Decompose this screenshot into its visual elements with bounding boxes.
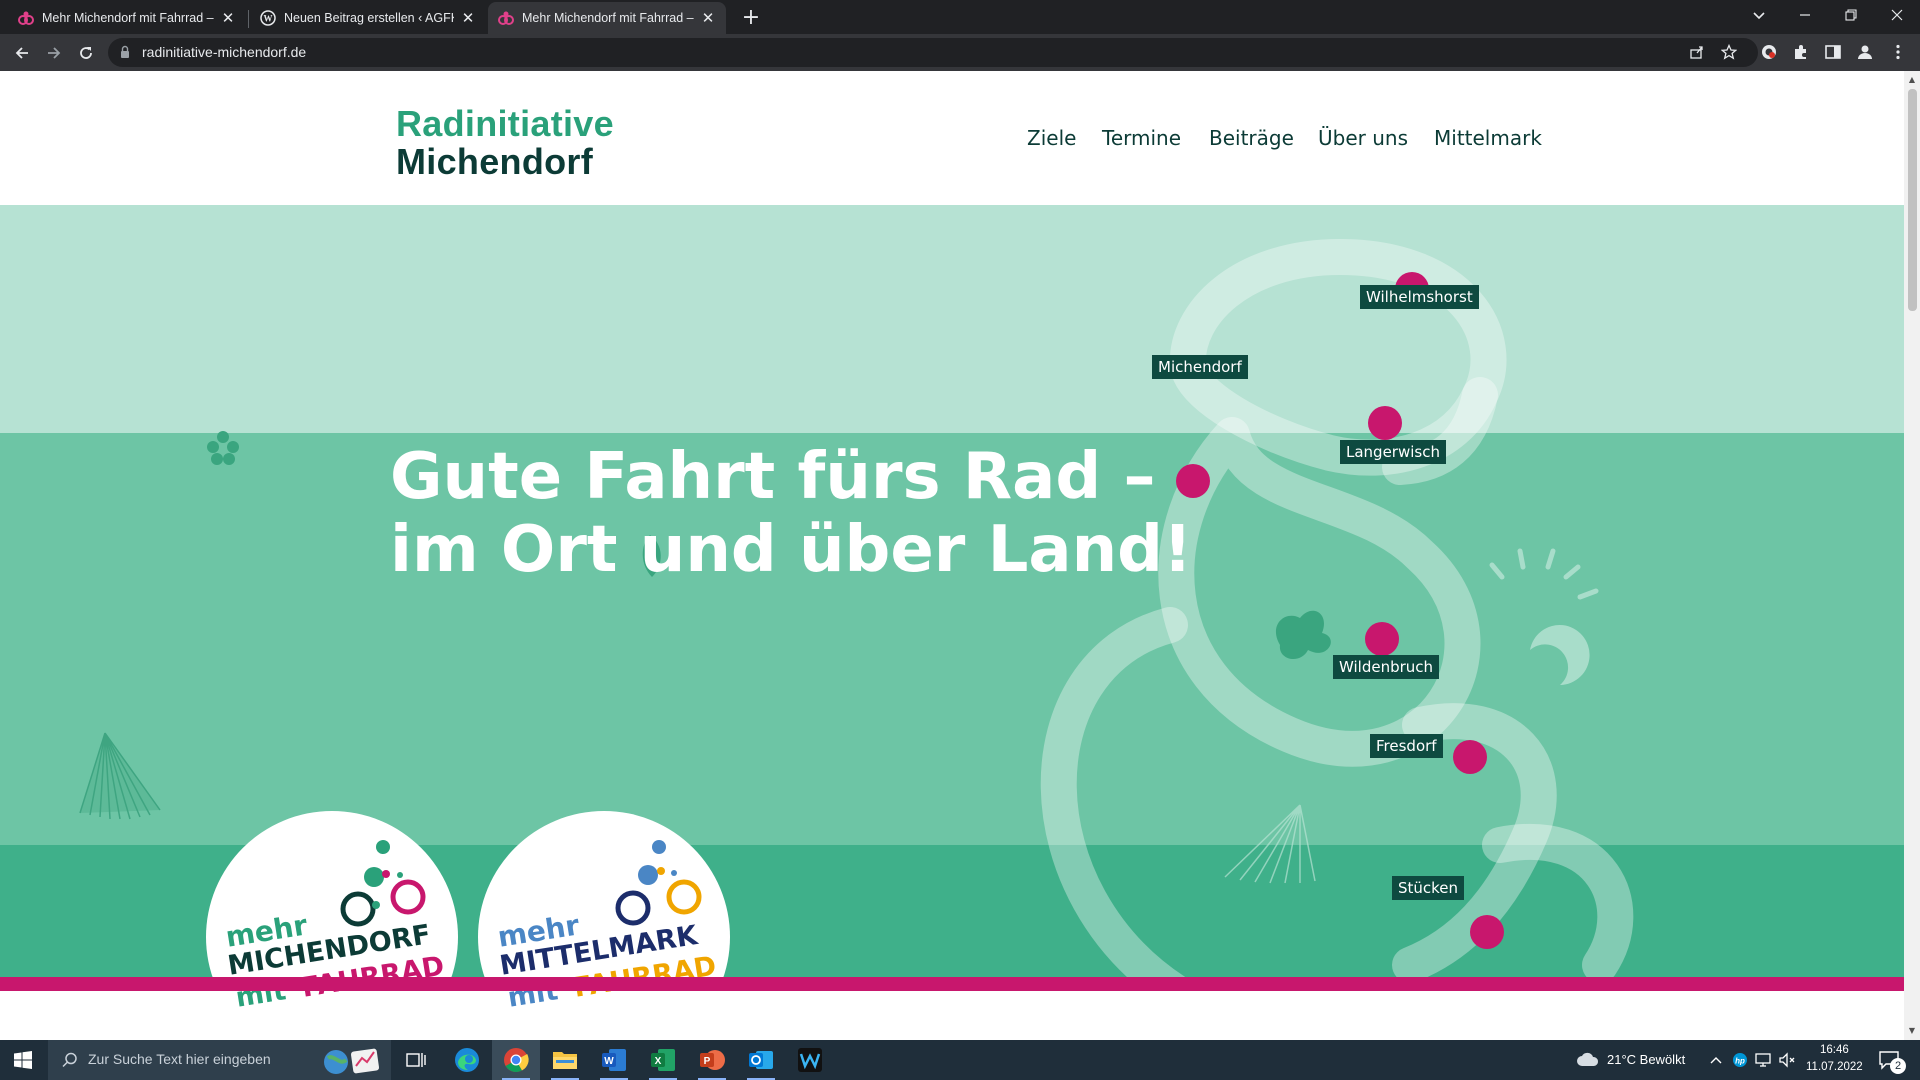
minimize-icon[interactable] — [1782, 0, 1828, 30]
speaker-muted-icon[interactable] — [1778, 1052, 1796, 1068]
scroll-down-arrow-icon[interactable]: ▼ — [1904, 1024, 1920, 1038]
excel-icon[interactable]: X — [639, 1040, 687, 1080]
hero-headline-line1: Gute Fahrt fürs Rad – — [390, 440, 1156, 514]
tab-title: Neuen Beitrag erstellen ‹ AGFK – — [284, 11, 454, 25]
forward-arrow-icon[interactable] — [40, 39, 68, 67]
browser-tab[interactable]: W Neuen Beitrag erstellen ‹ AGFK – ✕ — [250, 2, 486, 34]
hero-section: Gute Fahrt fürs Rad – im Ort und über La… — [0, 205, 1904, 1040]
place-label-wildenbruch: Wildenbruch — [1333, 655, 1440, 679]
tab-title: Mehr Michendorf mit Fahrrad – R — [42, 11, 214, 25]
browser-tab-strip: Mehr Michendorf mit Fahrrad – R ✕ W Neue… — [0, 0, 1920, 34]
hero-headline-line2: im Ort und über Land! — [390, 513, 1193, 587]
lock-icon — [121, 45, 129, 58]
task-view-icon[interactable] — [392, 1040, 440, 1080]
hero-headline: Gute Fahrt fürs Rad – im Ort und über La… — [390, 441, 1192, 587]
nav-item-mittelmark[interactable]: Mittelmark — [1434, 126, 1542, 150]
browser-toolbar: radinitiative-michendorf.de — [0, 34, 1920, 71]
site-logo-line1[interactable]: Radinitiative — [396, 103, 614, 145]
hp-tray-icon[interactable]: hp — [1732, 1052, 1748, 1068]
page-viewport: Radinitiative Michendorf Ziele Termine B… — [0, 71, 1904, 1040]
place-label-stuecken: Stücken — [1392, 876, 1465, 900]
file-explorer-icon[interactable] — [541, 1040, 589, 1080]
webex-app-icon[interactable] — [786, 1040, 834, 1080]
side-panel-icon[interactable] — [1823, 43, 1843, 63]
puzzle-extensions-icon[interactable] — [1791, 43, 1811, 63]
place-label-langerwisch: Langerwisch — [1340, 440, 1446, 464]
address-bar[interactable]: radinitiative-michendorf.de — [108, 38, 1758, 67]
bike-favicon-icon — [18, 11, 34, 25]
taskbar-search-box[interactable]: Zur Suche Text hier eingeben — [48, 1040, 391, 1080]
site-header: Radinitiative Michendorf Ziele Termine B… — [0, 71, 1904, 205]
browser-tab-active[interactable]: Mehr Michendorf mit Fahrrad – R ✕ — [488, 2, 726, 34]
notification-center-icon[interactable]: 2 — [1876, 1048, 1906, 1074]
svg-text:W: W — [264, 14, 273, 24]
svg-text:W: W — [604, 1056, 614, 1067]
clock-time[interactable]: 16:46 — [1820, 1044, 1849, 1056]
bookmark-star-icon[interactable] — [1720, 43, 1738, 62]
windows-start-icon[interactable] — [0, 1040, 46, 1080]
word-icon[interactable]: W — [590, 1040, 638, 1080]
svg-text:P: P — [704, 1056, 711, 1067]
page-scrollbar[interactable]: ▲ ▼ — [1904, 71, 1920, 1040]
svg-text:X: X — [655, 1056, 662, 1067]
nav-item-beitraege[interactable]: Beiträge — [1209, 126, 1294, 150]
place-label-michendorf: Michendorf — [1152, 355, 1248, 379]
reload-icon[interactable] — [72, 39, 100, 67]
weather-text[interactable]: 21°C Bewölkt — [1607, 1052, 1685, 1067]
nav-item-termine[interactable]: Termine — [1102, 126, 1181, 150]
restore-icon[interactable] — [1828, 0, 1874, 30]
place-label-wilhelmshorst: Wilhelmshorst — [1360, 285, 1479, 309]
tab-separator — [248, 10, 249, 28]
profile-avatar-icon[interactable] — [1855, 43, 1875, 63]
scrollbar-thumb[interactable] — [1908, 89, 1917, 311]
tab-search-chevron-icon[interactable] — [1736, 0, 1782, 30]
tab-title: Mehr Michendorf mit Fahrrad – R — [522, 11, 694, 25]
nav-item-ziele[interactable]: Ziele — [1027, 126, 1076, 150]
magenta-divider-stripe — [0, 977, 1904, 991]
notification-count-badge: 2 — [1890, 1058, 1906, 1074]
bike-favicon-icon — [498, 11, 514, 25]
taskbar-search-placeholder: Zur Suche Text hier eingeben — [88, 1051, 271, 1067]
url-text: radinitiative-michendorf.de — [142, 44, 307, 60]
place-label-fresdorf: Fresdorf — [1370, 734, 1443, 758]
back-arrow-icon[interactable] — [8, 39, 36, 67]
browser-menu-icon[interactable] — [1888, 43, 1908, 63]
search-highlight-icon — [324, 1048, 380, 1074]
tab-close-icon[interactable]: ✕ — [460, 9, 476, 27]
tab-close-icon[interactable]: ✕ — [700, 9, 716, 27]
edge-browser-icon[interactable] — [443, 1040, 491, 1080]
chrome-browser-icon[interactable] — [492, 1040, 540, 1080]
wordpress-favicon-icon: W — [260, 10, 276, 26]
tab-close-icon[interactable]: ✕ — [220, 9, 236, 27]
extension-icon[interactable] — [1759, 43, 1779, 63]
powerpoint-icon[interactable]: P — [688, 1040, 736, 1080]
badge-mehr-michendorf[interactable]: mehr MICHENDORF mit FAHRRAD — [206, 811, 458, 1040]
badge-mehr-mittelmark[interactable]: mehr MITTELMARK mit FAHRRAD — [478, 811, 730, 1040]
share-icon[interactable] — [1688, 44, 1706, 62]
windows-taskbar: Zur Suche Text hier eingeben W X P 21°C … — [0, 1040, 1920, 1080]
search-icon — [62, 1052, 77, 1068]
new-tab-button[interactable]: + — [737, 4, 765, 32]
site-logo-line2[interactable]: Michendorf — [396, 141, 593, 183]
clock-date[interactable]: 11.07.2022 — [1806, 1061, 1863, 1073]
scroll-up-arrow-icon[interactable]: ▲ — [1904, 73, 1920, 87]
network-icon[interactable] — [1755, 1052, 1773, 1068]
browser-tab[interactable]: Mehr Michendorf mit Fahrrad – R ✕ — [8, 2, 246, 34]
outlook-icon[interactable] — [737, 1040, 785, 1080]
cloudy-weather-icon[interactable] — [1576, 1052, 1600, 1068]
nav-item-ueber-uns[interactable]: Über uns — [1318, 126, 1408, 150]
svg-text:hp: hp — [1735, 1057, 1745, 1066]
close-window-icon[interactable] — [1874, 0, 1920, 30]
tray-overflow-chevron-icon[interactable] — [1710, 1055, 1722, 1065]
